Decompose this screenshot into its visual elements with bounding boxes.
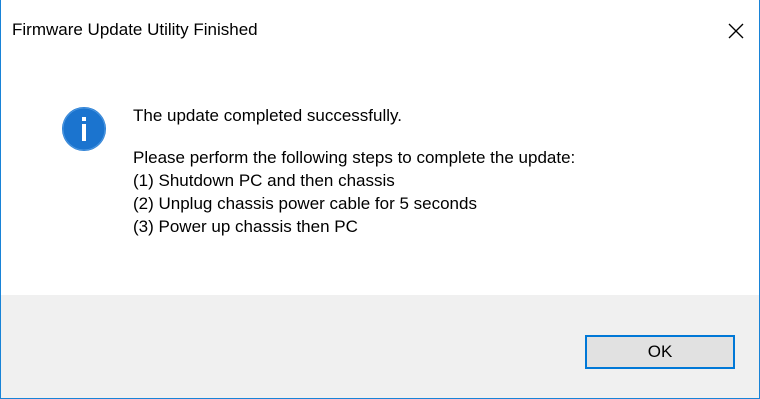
message-instruction: Please perform the following steps to co…	[133, 148, 576, 167]
dialog-content: The update completed successfully. Pleas…	[1, 62, 759, 295]
message-text: The update completed successfully. Pleas…	[133, 104, 575, 238]
info-icon	[61, 106, 107, 152]
dialog-window: Firmware Update Utility Finished The upd…	[0, 0, 760, 399]
message-headline: The update completed successfully.	[133, 106, 402, 125]
step-1: (1) Shutdown PC and then chassis	[133, 171, 395, 190]
dialog-footer: OK	[1, 295, 759, 398]
step-3: (3) Power up chassis then PC	[133, 217, 358, 236]
ok-button[interactable]: OK	[585, 335, 735, 369]
step-2: (2) Unplug chassis power cable for 5 sec…	[133, 194, 477, 213]
close-icon	[728, 23, 744, 39]
window-title: Firmware Update Utility Finished	[12, 20, 258, 39]
close-button[interactable]	[713, 0, 759, 62]
title-bar[interactable]: Firmware Update Utility Finished	[1, 0, 759, 62]
